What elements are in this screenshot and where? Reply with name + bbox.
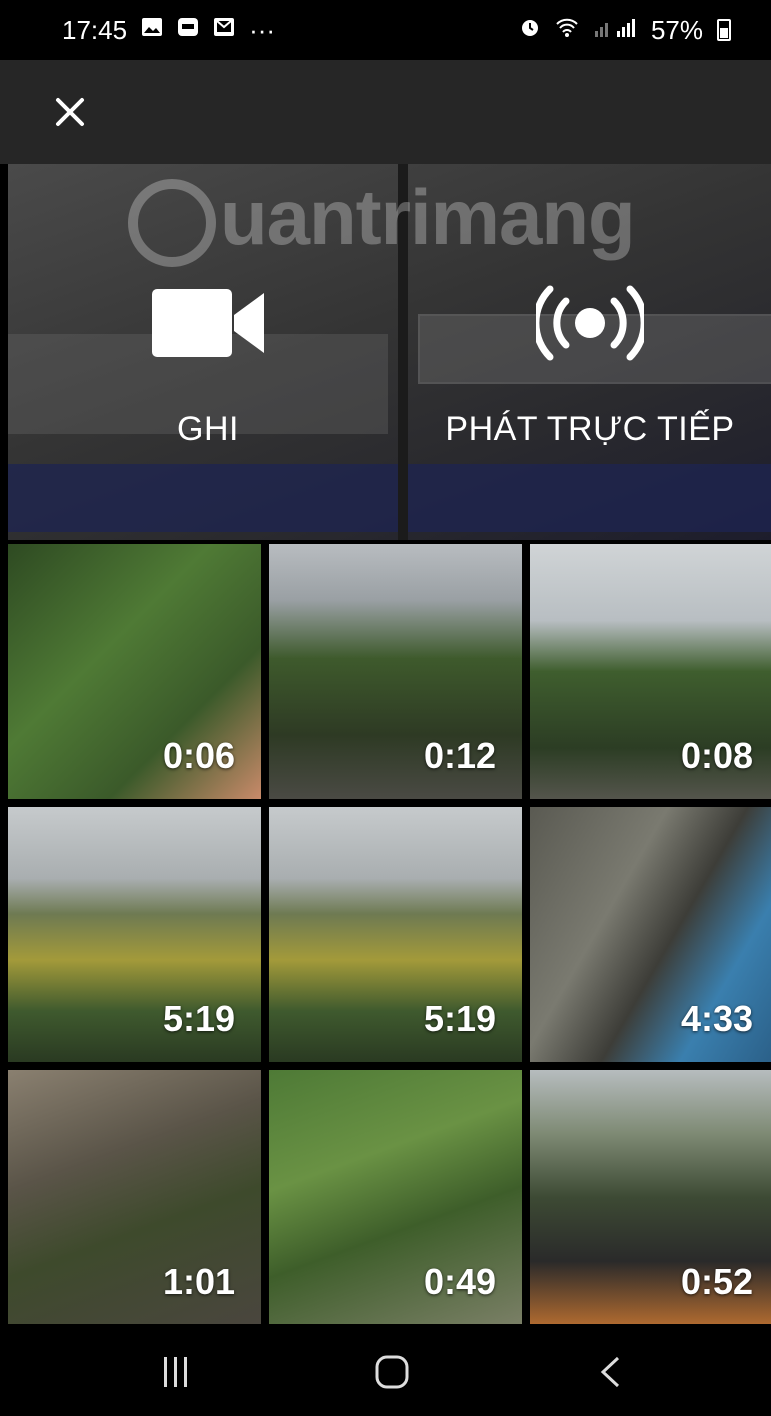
video-thumbnail[interactable]: 0:06	[8, 544, 261, 799]
clock: 17:45	[62, 14, 128, 45]
recent-apps-icon	[164, 1357, 187, 1387]
message-icon	[213, 17, 235, 43]
video-duration: 0:12	[423, 735, 496, 776]
video-thumbnail[interactable]: 4:33	[530, 807, 771, 1062]
zalo-icon	[177, 17, 199, 43]
home-icon	[375, 1355, 409, 1389]
gallery-icon	[141, 17, 163, 43]
record-option[interactable]: GHI	[108, 284, 308, 449]
signal-icon	[593, 17, 637, 43]
close-icon	[56, 98, 84, 126]
battery-icon	[717, 19, 731, 41]
home-button[interactable]	[362, 1348, 422, 1396]
video-duration: 5:19	[162, 998, 235, 1039]
watermark-logo-icon	[128, 179, 216, 268]
live-broadcast-icon	[536, 284, 644, 362]
status-bar-right: 57%	[519, 15, 731, 46]
video-duration: 5:19	[423, 998, 496, 1039]
watermark: uantrimang	[128, 172, 636, 268]
live-option[interactable]: PHÁT TRỰC TIẾP	[430, 284, 750, 449]
video-duration: 1:01	[162, 1261, 235, 1302]
video-thumbnail[interactable]: 5:19	[8, 807, 261, 1062]
video-duration: 0:52	[680, 1261, 753, 1302]
more-notifications: ···	[249, 14, 276, 45]
recent-apps-button[interactable]	[146, 1348, 206, 1396]
video-thumbnail[interactable]: 0:52	[530, 1070, 771, 1325]
video-duration: 0:49	[423, 1261, 496, 1302]
navigation-bar	[0, 1324, 771, 1416]
watermark-text: uantrimang	[220, 173, 636, 261]
video-thumbnail[interactable]: 0:12	[269, 544, 522, 799]
status-bar: 17:45 ··· 57%	[0, 0, 771, 60]
wifi-icon	[555, 17, 579, 43]
video-grid: 0:06 0:12 0:08 5:19 5:19 4:33 1:01 0:49 …	[8, 544, 771, 1325]
preview-background-strip	[8, 464, 771, 532]
live-label: PHÁT TRỰC TIẾP	[445, 410, 735, 448]
video-duration: 0:08	[680, 735, 753, 776]
video-thumbnail[interactable]: 0:49	[269, 1070, 522, 1325]
battery-percent: 57%	[650, 14, 703, 45]
video-duration: 0:06	[162, 735, 235, 776]
record-label: GHI	[177, 410, 239, 448]
top-bar	[0, 60, 771, 164]
video-thumbnail[interactable]: 0:08	[530, 544, 771, 799]
alarm-icon	[519, 16, 541, 44]
back-icon	[600, 1356, 620, 1388]
video-camera-icon	[152, 284, 264, 362]
close-button[interactable]	[46, 88, 94, 136]
video-thumbnail[interactable]: 5:19	[269, 807, 522, 1062]
back-button[interactable]	[580, 1348, 640, 1396]
video-thumbnail[interactable]: 1:01	[8, 1070, 261, 1325]
status-bar-left: 17:45 ···	[62, 15, 275, 46]
video-duration: 4:33	[680, 998, 753, 1039]
